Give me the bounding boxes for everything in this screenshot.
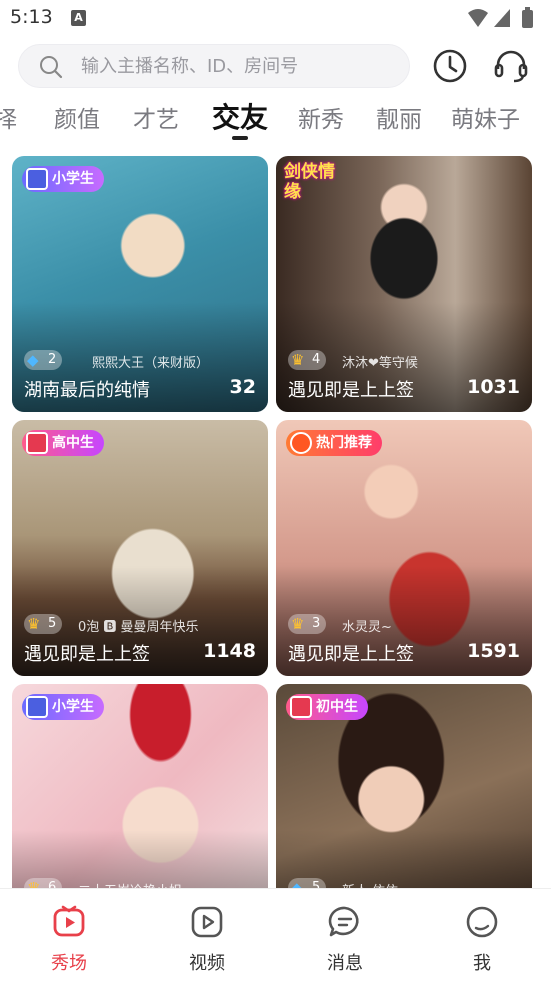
room-tag-badge: 小学生 (22, 166, 104, 192)
viewer-count: 1148 (203, 640, 256, 662)
nav-me[interactable]: 我 (432, 905, 532, 975)
viewer-count: 1591 (467, 640, 520, 662)
room-title: 遇见即是上上签 (288, 644, 414, 665)
host-name: 水灵灵~ (342, 620, 392, 635)
host-name: 0泡 🅱 曼曼周年快乐 (78, 620, 199, 635)
host-level-badge: ♛ 3 (288, 614, 327, 634)
host-level-badge: ♛ 4 (288, 350, 327, 370)
live-room-card[interactable]: 热门推荐 ♛ 3 水灵灵~ 遇见即是上上签 1591 (276, 420, 532, 676)
host-name: 新人 依依 (342, 880, 398, 888)
wifi-icon (468, 9, 488, 27)
search-icon (40, 56, 63, 79)
profile-icon (466, 906, 498, 938)
host-level-badge: ◆ 2 (24, 350, 63, 370)
search-input[interactable] (81, 45, 401, 87)
room-title: 遇见即是上上签 (288, 380, 414, 401)
system-status-icons (468, 7, 533, 28)
live-room-card[interactable]: 初中生 ◆5 新人 依依 (276, 684, 532, 888)
live-room-card[interactable]: 小学生 ♛6 二十五岁冷艳小姐 (12, 684, 268, 888)
book-icon (290, 696, 312, 718)
tab-mengmeizi[interactable]: 萌妹子 (451, 100, 520, 134)
nav-xiuchang[interactable]: 秀场 (19, 905, 119, 975)
host-name: 二十五岁冷艳小姐 (78, 880, 182, 888)
live-room-card[interactable]: 小学生 ◆ 2 熙熙大王（来财版） 湖南最后的纯情 32 (12, 156, 268, 412)
room-tag-badge: 热门推荐 (286, 430, 382, 456)
host-name: 熙熙大王（来财版） (92, 356, 210, 371)
live-stage-icon (53, 905, 85, 937)
nav-video[interactable]: 视频 (157, 905, 257, 975)
book-icon (26, 168, 48, 190)
crown-icon: ♛ (27, 615, 41, 633)
tab-jiaoyou[interactable]: 交友 (212, 96, 268, 136)
host-level-badge: ♛ 5 (24, 614, 63, 634)
room-tag-badge: 高中生 (22, 430, 104, 456)
nav-label: 消息 (327, 953, 363, 974)
tab-partial[interactable]: 择 (0, 100, 17, 134)
tab-liangli[interactable]: 靓丽 (376, 100, 422, 134)
tab-caiyi[interactable]: 才艺 (133, 100, 179, 134)
category-tabs: 择 颜值 才艺 交友 新秀 靓丽 萌妹子 (0, 96, 551, 142)
live-room-grid: 小学生 ◆ 2 熙熙大王（来财版） 湖南最后的纯情 32 剑侠情缘 ♛ 4 沐沐❤等… (0, 156, 551, 888)
live-room-card[interactable]: 高中生 ♛ 5 0泡 🅱 曼曼周年快乐 遇见即是上上签 1148 (12, 420, 268, 676)
crown-icon: ♛ (27, 879, 41, 888)
room-tag-badge: 初中生 (286, 694, 368, 720)
fire-icon (290, 432, 312, 454)
host-name: 沐沐❤等守候 (342, 356, 418, 371)
book-icon (26, 432, 48, 454)
room-title: 遇见即是上上签 (24, 644, 150, 665)
nav-messages[interactable]: 消息 (295, 905, 395, 975)
host-level-badge: ♛ 6 (24, 878, 63, 888)
room-title: 湖南最后的纯情 (24, 380, 150, 401)
host-level-badge: ◆ 5 (288, 878, 327, 888)
signal-icon (494, 9, 510, 27)
crown-icon: ♛ (291, 615, 305, 633)
bottom-navigation: 秀场 视频 消息 我 (0, 888, 551, 981)
viewer-count: 32 (229, 376, 256, 398)
active-tab-indicator (232, 136, 248, 140)
room-tag-badge: 小学生 (22, 694, 104, 720)
status-bar: 5:13 A (0, 0, 551, 36)
headset-icon[interactable] (492, 47, 530, 85)
video-play-icon (191, 906, 223, 938)
tab-yanzhi[interactable]: 颜值 (54, 100, 100, 134)
diamond-icon: ◆ (291, 879, 303, 888)
message-icon (328, 906, 359, 937)
nav-label: 秀场 (51, 953, 87, 974)
crown-icon: ♛ (291, 351, 305, 369)
sim-indicator-icon: A (71, 10, 86, 26)
room-tag-badge: 剑侠情缘 (284, 162, 335, 202)
clock-icon[interactable] (431, 47, 469, 85)
nav-label: 我 (473, 953, 491, 974)
viewer-count: 1031 (467, 376, 520, 398)
book-icon (26, 696, 48, 718)
search-bar[interactable] (18, 44, 410, 88)
nav-label: 视频 (189, 953, 225, 974)
battery-icon (522, 10, 533, 28)
live-room-card[interactable]: 剑侠情缘 ♛ 4 沐沐❤等守候 遇见即是上上签 1031 (276, 156, 532, 412)
diamond-icon: ◆ (27, 351, 39, 369)
tab-xinxiu[interactable]: 新秀 (298, 100, 344, 134)
status-time: 5:13 (10, 6, 53, 28)
